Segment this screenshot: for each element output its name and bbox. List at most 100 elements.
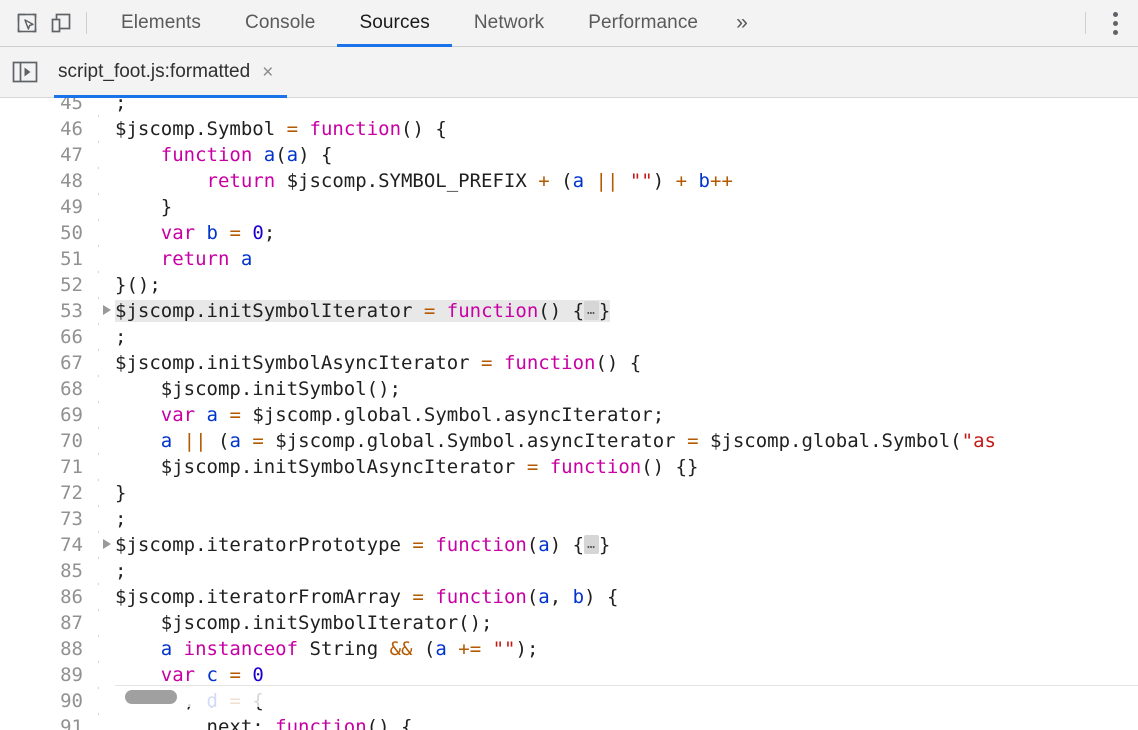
more-tabs-label: » [736,11,748,35]
code-line-text[interactable]: $jscomp.initSymbolAsyncIterator = functi… [115,454,1138,480]
code-line[interactable]: 91 next: function() { [0,714,1138,730]
line-number[interactable]: 46 [0,116,89,142]
code-line[interactable]: 48 return $jscomp.SYMBOL_PREFIX + (a || … [0,168,1138,194]
code-line[interactable]: 73; [0,506,1138,532]
line-number[interactable]: 52 [0,272,89,298]
line-number[interactable]: 90 [0,688,89,714]
device-toolbar-icon[interactable] [44,6,78,40]
line-number[interactable]: 73 [0,506,89,532]
tab-performance-label: Performance [588,12,698,34]
code-line-text[interactable]: function a(a) { [115,142,1138,168]
code-line-text[interactable]: ; [115,506,1138,532]
code-line-text[interactable]: $jscomp.iteratorPrototype = function(a) … [115,532,1138,558]
code-line[interactable]: 87 $jscomp.initSymbolIterator(); [0,610,1138,636]
line-number[interactable]: 89 [0,662,89,688]
code-line-text[interactable]: ; [115,98,1138,116]
tab-network-label: Network [474,12,544,34]
code-line[interactable]: 86 $jscomp.iteratorFromArray = function(a… [0,584,1138,610]
code-line-text[interactable]: } [115,194,1138,220]
code-line-text[interactable]: a || (a = $jscomp.global.Symbol.asyncIte… [115,428,1138,454]
line-number[interactable]: 49 [0,194,89,220]
line-number[interactable]: 47 [0,142,89,168]
code-line-text[interactable]: a instanceof String && (a += ""); [115,636,1138,662]
code-line[interactable]: 68 $jscomp.initSymbol(); [0,376,1138,402]
code-line[interactable]: 53 $jscomp.initSymbolIterator = function(… [0,298,1138,324]
code-line-text[interactable]: } [115,480,1138,506]
code-line[interactable]: 66; [0,324,1138,350]
panel-tab-strip: Elements Console Sources Network Perform… [99,0,1077,47]
sources-file-tabbar: script_foot.js:formatted × [0,47,1138,98]
tab-elements-label: Elements [121,12,201,34]
line-number[interactable]: 86 [0,584,89,610]
code-line-list: 45;46$jscomp.Symbol = function() {47 fun… [0,98,1138,730]
line-number[interactable]: 74 [0,532,89,558]
code-line-text[interactable]: }(); [115,272,1138,298]
code-line[interactable]: 51 return a [0,246,1138,272]
code-line[interactable]: 49 } [0,194,1138,220]
inspect-cursor-icon[interactable] [10,6,44,40]
code-line[interactable]: 88 a instanceof String && (a += ""); [0,636,1138,662]
code-line[interactable]: 71 $jscomp.initSymbolAsyncIterator = fun… [0,454,1138,480]
code-line[interactable]: 45; [0,98,1138,116]
tab-elements[interactable]: Elements [99,0,223,47]
tab-console[interactable]: Console [223,0,337,47]
source-code-editor[interactable]: 45;46$jscomp.Symbol = function() {47 fun… [0,98,1138,730]
code-line-text[interactable]: var b = 0; [115,220,1138,246]
code-line[interactable]: 52 }(); [0,272,1138,298]
code-line-text[interactable]: $jscomp.initSymbol(); [115,376,1138,402]
line-number[interactable]: 85 [0,558,89,584]
line-number[interactable]: 48 [0,168,89,194]
line-number[interactable]: 71 [0,454,89,480]
code-line-text[interactable]: var a = $jscomp.global.Symbol.asyncItera… [115,402,1138,428]
line-number[interactable]: 66 [0,324,89,350]
toolbar-divider [86,12,87,34]
line-number[interactable]: 50 [0,220,89,246]
code-line-text[interactable]: $jscomp.initSymbolIterator(); [115,610,1138,636]
line-number[interactable]: 53 [0,298,89,324]
tab-network[interactable]: Network [452,0,566,47]
line-number[interactable]: 91 [0,714,89,730]
code-line[interactable]: 85; [0,558,1138,584]
line-number[interactable]: 87 [0,610,89,636]
line-number[interactable]: 88 [0,636,89,662]
line-number[interactable]: 68 [0,376,89,402]
code-line-text[interactable]: $jscomp.Symbol = function() { [115,116,1138,142]
file-tab-label: script_foot.js:formatted [58,61,250,83]
more-tabs-chevron-icon[interactable]: » [720,0,764,47]
code-line[interactable]: 47 function a(a) { [0,142,1138,168]
code-line[interactable]: 50 var b = 0; [0,220,1138,246]
kebab-menu-icon[interactable] [1098,6,1132,40]
code-line-text[interactable]: return a [115,246,1138,272]
code-line[interactable]: 69 var a = $jscomp.global.Symbol.asyncIt… [0,402,1138,428]
line-number[interactable]: 45 [0,98,89,116]
toolbar-divider-right [1085,12,1086,34]
line-number[interactable]: 51 [0,246,89,272]
code-line[interactable]: 70 a || (a = $jscomp.global.Symbol.async… [0,428,1138,454]
show-navigator-icon[interactable] [10,59,40,85]
line-number[interactable]: 69 [0,402,89,428]
code-line[interactable]: 74 $jscomp.iteratorPrototype = function(a… [0,532,1138,558]
horizontal-scrollbar[interactable] [115,685,1138,707]
toolbar-right-group [1077,6,1132,40]
code-line[interactable]: 67 $jscomp.initSymbolAsyncIterator = func… [0,350,1138,376]
code-line-text[interactable]: return $jscomp.SYMBOL_PREFIX + (a || "")… [115,168,1138,194]
fold-triangle-icon[interactable] [103,539,111,549]
line-number[interactable]: 70 [0,428,89,454]
tab-performance[interactable]: Performance [566,0,720,47]
tab-console-label: Console [245,12,315,34]
code-line[interactable]: 46 $jscomp.Symbol = function() { [0,116,1138,142]
code-line-text[interactable]: $jscomp.iteratorFromArray = function(a, … [115,584,1138,610]
tab-sources[interactable]: Sources [337,0,451,47]
file-tab-script-foot-js[interactable]: script_foot.js:formatted × [54,47,287,98]
fold-triangle-icon[interactable] [103,305,111,315]
code-line-text[interactable]: $jscomp.initSymbolIterator = function() … [115,298,1138,324]
code-line[interactable]: 72} [0,480,1138,506]
line-number[interactable]: 72 [0,480,89,506]
horizontal-scrollbar-thumb[interactable] [125,690,177,704]
code-line-text[interactable]: ; [115,558,1138,584]
line-number[interactable]: 67 [0,350,89,376]
code-line-text[interactable]: next: function() { [115,714,1138,730]
code-line-text[interactable]: ; [115,324,1138,350]
code-line-text[interactable]: $jscomp.initSymbolAsyncIterator = functi… [115,350,1138,376]
close-icon[interactable]: × [262,63,273,82]
